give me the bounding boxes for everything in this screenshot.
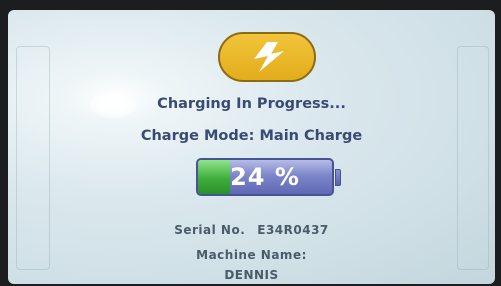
display-screen: Charging In Progress... Charge Mode: Mai… — [8, 10, 495, 284]
battery-terminal — [335, 169, 341, 186]
charge-mode-value: Main Charge — [259, 128, 363, 144]
battery-gauge: 24 % — [196, 158, 334, 196]
charging-status-badge — [218, 32, 316, 82]
charge-mode-line: Charge Mode: Main Charge — [8, 128, 495, 144]
charging-status-text: Charging In Progress... — [157, 96, 346, 112]
lightning-bolt-icon — [254, 42, 284, 72]
serial-number-label: Serial No. — [174, 223, 246, 237]
serial-number-value: E34R0437 — [257, 223, 329, 237]
battery-percent: 24 % — [230, 163, 300, 191]
machine-name-label: Machine Name: — [196, 248, 307, 262]
charge-mode-label: Charge Mode: — [140, 128, 255, 144]
serial-number-line: Serial No. E34R0437 — [8, 223, 495, 237]
machine-name-value: DENNIS — [224, 268, 279, 282]
